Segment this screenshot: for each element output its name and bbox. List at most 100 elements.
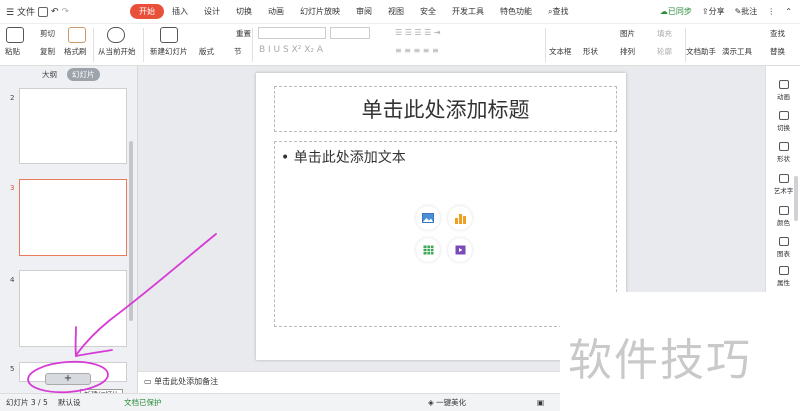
- sidebar-label: 形状: [777, 155, 790, 163]
- slide-thumbnail-selected[interactable]: [19, 179, 127, 256]
- collapse-ribbon-icon[interactable]: ⌃: [785, 7, 792, 16]
- panel-tabs: 大纲 幻灯片: [0, 66, 138, 82]
- tab-animation[interactable]: 动画: [260, 4, 292, 19]
- comment-button[interactable]: ✎批注: [735, 6, 758, 17]
- sidebar-item-chart[interactable]: 图表: [766, 237, 800, 258]
- title-placeholder[interactable]: 单击此处添加标题: [274, 86, 617, 132]
- tab-transition[interactable]: 切换: [228, 4, 260, 19]
- insert-table-icon[interactable]: [416, 238, 440, 262]
- theme-name[interactable]: 默认设: [58, 394, 81, 411]
- file-menu[interactable]: ☰ 文件: [6, 5, 35, 18]
- tab-slideshow[interactable]: 幻灯片放映: [292, 4, 348, 19]
- cut-button[interactable]: 剪切: [40, 28, 55, 39]
- new-slide-plus-button[interactable]: +: [45, 373, 91, 385]
- tab-view[interactable]: 视图: [380, 4, 412, 19]
- account-actions: ☁已同步 ⇪分享 ✎批注 ⋮ ⌃: [660, 6, 800, 17]
- textbox-button[interactable]: 文本框: [549, 46, 572, 57]
- shape-button[interactable]: 形状: [583, 46, 598, 57]
- fill-button[interactable]: 填充: [657, 28, 672, 39]
- share-label: 分享: [708, 7, 725, 16]
- divider: [143, 28, 144, 62]
- replace-button[interactable]: 替换: [770, 46, 785, 57]
- tab-security[interactable]: 安全: [412, 4, 444, 19]
- format-painter-icon[interactable]: [68, 27, 86, 43]
- tab-features[interactable]: 特色功能: [492, 4, 540, 19]
- font-family-select[interactable]: [258, 27, 326, 39]
- alignment-buttons[interactable]: ≡ ≡ ≡ ≡ ≡: [395, 46, 439, 55]
- beautify-label: 一键美化: [436, 398, 467, 407]
- font-style-buttons[interactable]: B I U S X² X₂ A: [259, 45, 323, 55]
- outline-button[interactable]: 轮廓: [657, 46, 672, 57]
- undo-icon[interactable]: ↶: [51, 7, 59, 17]
- presenter-tool-button[interactable]: 演示工具: [722, 46, 752, 57]
- sidebar-item-animation[interactable]: 动画: [766, 80, 800, 101]
- content-placeholder-text: • 单击此处添加文本: [281, 150, 406, 166]
- more-icon[interactable]: ⋮: [767, 7, 775, 16]
- share-button[interactable]: ⇪分享: [702, 6, 725, 17]
- search-label: 查找: [552, 7, 569, 16]
- notes-placeholder: 单击此处添加备注: [154, 377, 219, 386]
- panel-scrollbar[interactable]: [129, 141, 133, 321]
- transition-icon: [778, 111, 789, 120]
- sidebar-label: 切换: [777, 124, 790, 132]
- sidebar-item-properties[interactable]: 属性: [766, 266, 800, 287]
- find-button[interactable]: 查找: [770, 28, 785, 39]
- tab-home[interactable]: 开始: [130, 4, 164, 19]
- tab-review[interactable]: 审阅: [348, 4, 380, 19]
- sync-label: 已同步: [667, 7, 692, 16]
- beautify-button[interactable]: ◈ 一键美化: [428, 394, 466, 411]
- reset-button[interactable]: 重置: [236, 28, 251, 39]
- doc-assistant-button[interactable]: 文档助手: [686, 46, 716, 57]
- wordart-icon: [778, 174, 789, 183]
- divider: [545, 28, 546, 62]
- copy-button[interactable]: 复制: [40, 46, 55, 57]
- menu-tab-bar: ☰ 文件 ↶ ↷ 开始 插入 设计 切换 动画 幻灯片放映 审阅 视图 安全 开…: [0, 0, 800, 24]
- new-slide-icon[interactable]: [160, 27, 178, 43]
- slide-thumbnail[interactable]: [19, 270, 127, 347]
- properties-icon: [778, 266, 789, 275]
- paste-icon[interactable]: [6, 27, 24, 43]
- play-icon[interactable]: [107, 27, 125, 43]
- layout-button[interactable]: 版式: [199, 46, 214, 57]
- divider: [252, 28, 253, 62]
- normal-view-icon[interactable]: ▣: [537, 394, 544, 411]
- thumb-number: 4: [10, 276, 15, 284]
- tab-slides[interactable]: 幻灯片: [67, 67, 100, 81]
- ribbon: 粘贴 剪切 复制 格式刷 从当前开始 新建幻灯片 版式 重置 节 B I U S…: [0, 24, 800, 66]
- tab-outline[interactable]: 大纲: [42, 69, 57, 80]
- arrange-button[interactable]: 排列: [620, 46, 635, 57]
- insert-video-icon[interactable]: [448, 238, 472, 262]
- sidebar-label: 图表: [777, 250, 790, 258]
- insert-chart-icon[interactable]: [448, 206, 472, 230]
- quick-access: ☰ 文件 ↶ ↷: [0, 5, 130, 18]
- sync-status[interactable]: ☁已同步: [660, 6, 692, 17]
- chart-icon: [778, 237, 789, 246]
- beautify-icon: ◈: [428, 398, 437, 407]
- format-painter-button[interactable]: 格式刷: [64, 46, 87, 57]
- sidebar-label: 颜色: [777, 219, 790, 227]
- slide-counter: 幻灯片 3 / 5: [6, 398, 48, 407]
- watermark: 软件技巧: [560, 292, 800, 411]
- save-icon[interactable]: [37, 6, 48, 17]
- document-protected-status[interactable]: 文档已保护: [124, 394, 162, 411]
- paste-button[interactable]: 粘贴: [5, 46, 20, 57]
- tab-search[interactable]: ⌕查找: [540, 4, 576, 19]
- tab-design[interactable]: 设计: [196, 4, 228, 19]
- sidebar-item-transition[interactable]: 切换: [766, 111, 800, 132]
- picture-button[interactable]: 图片: [620, 28, 635, 39]
- from-current-button[interactable]: 从当前开始: [98, 46, 136, 57]
- tab-developer[interactable]: 开发工具: [444, 4, 492, 19]
- insert-picture-icon[interactable]: [416, 206, 440, 230]
- sidebar-scrollbar[interactable]: [794, 176, 798, 221]
- font-size-select[interactable]: [330, 27, 370, 39]
- tab-insert[interactable]: 插入: [164, 4, 196, 19]
- paragraph-buttons[interactable]: ☰ ☰ ☰ ☰ ⇥: [395, 28, 441, 37]
- sidebar-item-shape[interactable]: 形状: [766, 142, 800, 163]
- thumb-number: 2: [10, 94, 15, 102]
- slide-thumbnail[interactable]: [19, 88, 127, 164]
- section-button[interactable]: 节: [234, 46, 242, 57]
- new-slide-button[interactable]: 新建幻灯片: [150, 46, 188, 57]
- sidebar-label: 艺术字: [773, 187, 794, 195]
- animation-icon: [778, 80, 789, 89]
- redo-icon[interactable]: ↷: [62, 7, 70, 17]
